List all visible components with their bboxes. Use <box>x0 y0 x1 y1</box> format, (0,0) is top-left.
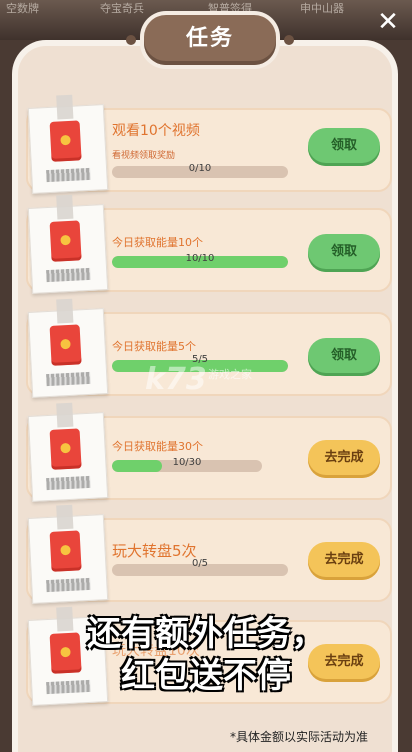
task-photo <box>27 194 109 294</box>
progress-text: 10/30 <box>172 457 202 468</box>
blurred-label <box>46 475 91 491</box>
blurred-label <box>46 577 91 593</box>
claim-button[interactable]: 领取 <box>308 128 380 166</box>
blurred-label <box>46 267 91 283</box>
go-complete-button[interactable]: 去完成 <box>308 542 380 580</box>
tape-icon <box>56 402 74 428</box>
go-complete-button[interactable]: 去完成 <box>308 440 380 478</box>
task-name: 今日获取能量30个 <box>112 440 203 453</box>
background-label: 智普签得 <box>208 2 252 15</box>
progress-text: 10/10 <box>185 253 215 264</box>
blurred-label <box>46 371 91 387</box>
task-name: 今日获取能量10个 <box>112 236 203 249</box>
task-subtitle: 看视频领取奖励 <box>112 151 176 161</box>
red-envelope-icon <box>49 428 82 470</box>
task-card: 今日获取能量5个 5/5 领取 <box>26 298 392 398</box>
task-name: 今日获取能量5个 <box>112 340 196 353</box>
claim-button[interactable]: 领取 <box>308 234 380 272</box>
progress-text: 0/10 <box>188 163 212 174</box>
claim-button[interactable]: 领取 <box>308 338 380 376</box>
tape-icon <box>56 298 74 324</box>
blurred-label <box>46 167 91 183</box>
task-photo <box>27 402 109 502</box>
background-label: 夺宝奇兵 <box>100 2 144 15</box>
task-card: 今日获取能量30个 10/30 去完成 <box>26 402 392 502</box>
task-card: 玩大转盘5次 0/5 去完成 <box>26 504 392 604</box>
promo-text-line2: 红包送不停 <box>121 656 291 696</box>
watermark-logo: k73 <box>145 362 207 397</box>
red-envelope-icon <box>49 324 82 366</box>
red-envelope-icon <box>49 530 82 572</box>
task-photo <box>27 94 109 194</box>
panel-title: 任务 <box>126 15 294 65</box>
close-icon[interactable]: ✕ <box>374 8 402 36</box>
red-envelope-icon <box>49 220 82 262</box>
tape-icon <box>56 194 74 220</box>
task-photo <box>27 298 109 398</box>
background-label: 空数牌 <box>6 2 39 15</box>
progress-text: 0/5 <box>191 558 209 569</box>
watermark-text: 游戏之家 <box>208 368 252 381</box>
footnote: *具体金额以实际活动为准 <box>230 730 369 744</box>
red-envelope-icon <box>49 120 82 162</box>
tape-icon <box>56 504 74 530</box>
background-label: 申中山器 <box>300 2 344 15</box>
task-card: 今日获取能量10个 10/10 领取 <box>26 194 392 294</box>
task-name: 观看10个视频 <box>112 123 200 139</box>
tape-icon <box>56 94 74 120</box>
task-photo <box>27 504 109 604</box>
task-card: 观看10个视频 看视频领取奖励 0/10 领取 <box>26 94 392 194</box>
